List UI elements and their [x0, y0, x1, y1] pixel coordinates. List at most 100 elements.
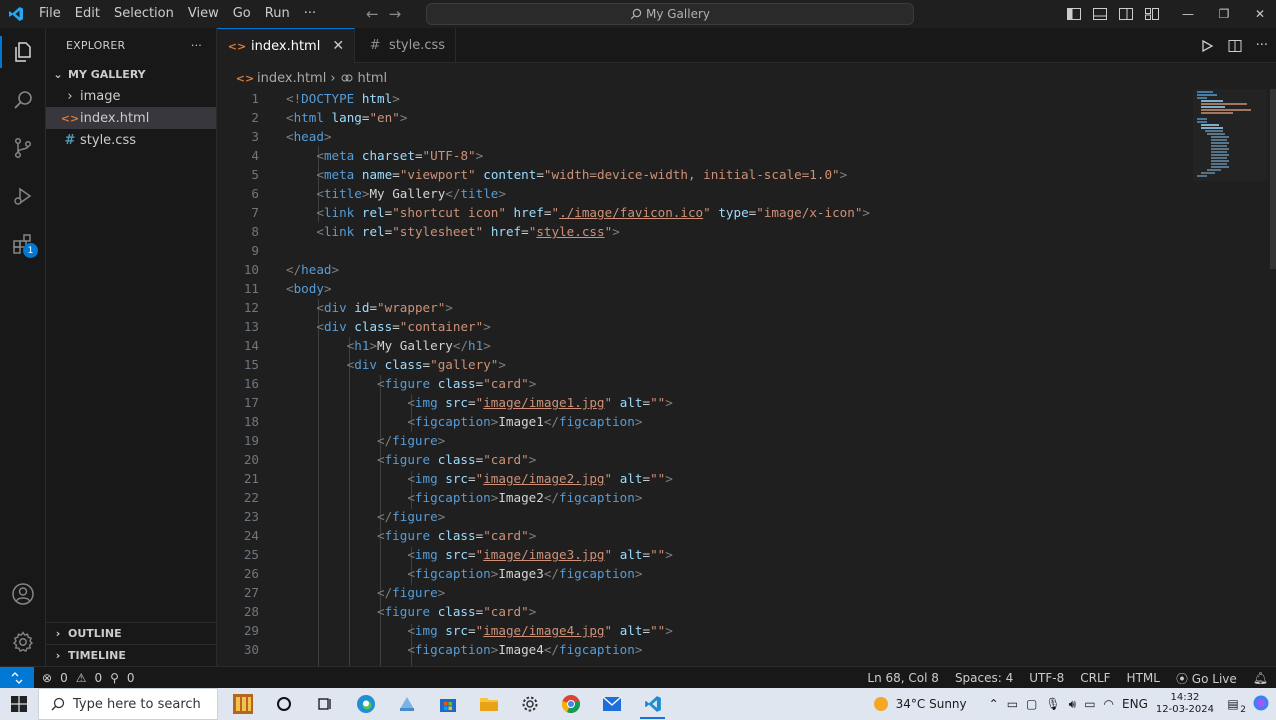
explorer-more-button[interactable]: ··· — [191, 39, 202, 52]
tree-item-image-folder[interactable]: › image — [46, 85, 216, 107]
toggle-sidebar-icon[interactable] — [1066, 6, 1082, 22]
windows-start-icon[interactable] — [0, 688, 38, 720]
menu-run[interactable]: Run — [258, 0, 297, 28]
ports-count[interactable]: 0 — [127, 671, 135, 685]
close-window-icon[interactable]: ✕ — [1242, 0, 1276, 28]
copilot-icon[interactable] — [1252, 694, 1270, 715]
mail-icon[interactable] — [591, 688, 632, 720]
battery-icon[interactable]: ▭ — [1084, 697, 1095, 711]
menu-view[interactable]: View — [181, 0, 226, 28]
chevron-up-icon[interactable]: ⌃ — [989, 697, 999, 711]
more-actions-icon[interactable]: ··· — [1256, 38, 1268, 53]
line-number: 30 — [243, 642, 259, 657]
line-number: 16 — [243, 376, 259, 391]
line-ending[interactable]: CRLF — [1080, 671, 1110, 685]
split-editor-icon[interactable] — [1228, 39, 1242, 53]
network-icon[interactable]: ▭ — [1007, 697, 1018, 711]
extensions-icon[interactable]: 1 — [0, 220, 46, 268]
cortana-icon[interactable] — [263, 688, 304, 720]
remote-indicator-icon[interactable] — [0, 666, 34, 689]
menu-selection[interactable]: Selection — [107, 0, 181, 28]
code-line: 2 <html lang="en"> — [217, 108, 1187, 127]
errors-count[interactable]: 0 — [60, 671, 68, 685]
file-explorer-icon[interactable] — [468, 688, 509, 720]
customize-layout-icon[interactable] — [1144, 6, 1160, 22]
bell-icon[interactable]: 🔔︎ — [1253, 671, 1268, 685]
volume-icon[interactable]: 🔊︎ — [1069, 697, 1077, 712]
settings-gear-icon[interactable] — [509, 688, 550, 720]
explorer-icon[interactable] — [0, 28, 46, 76]
timeline-section[interactable]: › TIMELINE — [46, 644, 216, 666]
breadcrumb: <> index.html › html — [217, 67, 387, 89]
line-number: 1 — [251, 91, 259, 106]
tree-item-index-html[interactable]: <> index.html — [46, 107, 216, 129]
cursor-position[interactable]: Ln 68, Col 8 — [867, 671, 939, 685]
title-bar: File Edit Selection View Go Run ··· ← → … — [0, 0, 1276, 28]
editor-tabs: <> index.html ✕ # style.css ··· — [217, 28, 1276, 63]
command-center[interactable]: My Gallery — [426, 3, 914, 25]
encoding[interactable]: UTF-8 — [1029, 671, 1064, 685]
nav-arrows: ← → — [366, 0, 401, 28]
notification-center-icon[interactable]: ▤ 2 — [1222, 697, 1246, 715]
tree-item-style-css[interactable]: # style.css — [46, 129, 216, 151]
photos-icon[interactable] — [386, 688, 427, 720]
run-icon[interactable] — [1200, 39, 1214, 53]
line-number: 17 — [243, 395, 259, 410]
indentation[interactable]: Spaces: 4 — [955, 671, 1013, 685]
tab-style-css[interactable]: # style.css — [355, 28, 457, 63]
code-line: 18 <figcaption>Image1</figcaption> — [217, 412, 1187, 431]
menu-file[interactable]: File — [32, 0, 68, 28]
menu-more[interactable]: ··· — [297, 0, 323, 28]
microphone-icon[interactable]: 🎙︎ — [1045, 697, 1060, 711]
edge-browser-icon[interactable] — [345, 688, 386, 720]
code-line: 17 <img src="image/image1.jpg" alt=""> — [217, 393, 1187, 412]
line-number: 9 — [251, 243, 259, 258]
chrome-icon[interactable] — [550, 688, 591, 720]
window-controls: — ❐ ✕ — [1170, 0, 1276, 28]
line-number: 28 — [243, 604, 259, 619]
code-editor[interactable]: 1 <!DOCTYPE html> 2 <html lang="en"> 3 <hea… — [217, 89, 1276, 666]
taskbar-search[interactable]: Type here to search — [38, 688, 218, 720]
folder-header-my-gallery[interactable]: ⌄ MY GALLERY — [46, 63, 216, 85]
go-live-button[interactable]: ⦿ Go Live — [1176, 670, 1237, 687]
toggle-secondary-sidebar-icon[interactable] — [1118, 6, 1134, 22]
back-arrow-icon[interactable]: ← — [366, 5, 379, 23]
settings-gear-icon[interactable] — [0, 618, 46, 666]
code-line: 13 <div class="container"> — [217, 317, 1187, 336]
language-indicator[interactable]: ENG — [1122, 697, 1148, 711]
run-debug-icon[interactable] — [0, 172, 46, 220]
tab-index-html[interactable]: <> index.html ✕ — [217, 28, 356, 63]
editor-scrollbar[interactable] — [1270, 89, 1276, 269]
minimap[interactable] — [1193, 89, 1267, 184]
language-mode[interactable]: HTML — [1127, 671, 1160, 685]
warnings-count[interactable]: 0 — [94, 671, 102, 685]
vscode-taskbar-icon[interactable] — [632, 688, 673, 720]
widget-news-icon[interactable] — [222, 688, 263, 720]
toggle-panel-icon[interactable] — [1092, 6, 1108, 22]
search-icon[interactable] — [0, 76, 46, 124]
weather-widget[interactable]: 34°C Sunny — [872, 695, 967, 713]
layout-controls — [1066, 0, 1160, 28]
code-line: 12 <div id="wrapper"> — [217, 298, 1187, 317]
clock[interactable]: 14:32 12-03-2024 — [1156, 692, 1214, 716]
breadcrumb-symbol[interactable]: html — [358, 71, 388, 86]
meet-now-icon[interactable]: ▢ — [1026, 697, 1037, 711]
outline-section[interactable]: › OUTLINE — [46, 622, 216, 644]
outline-label: OUTLINE — [68, 627, 122, 640]
weather-text: 34°C Sunny — [895, 697, 967, 711]
code-line: 14 <h1>My Gallery</h1> — [217, 336, 1187, 355]
symbol-icon — [341, 74, 353, 82]
menu-edit[interactable]: Edit — [68, 0, 107, 28]
wifi-icon[interactable]: ◠ — [1104, 697, 1114, 711]
menu-go[interactable]: Go — [226, 0, 258, 28]
account-icon[interactable] — [0, 570, 46, 618]
source-control-icon[interactable] — [0, 124, 46, 172]
line-number: 7 — [251, 205, 259, 220]
store-icon[interactable] — [427, 688, 468, 720]
task-view-icon[interactable] — [304, 688, 345, 720]
minimize-icon[interactable]: — — [1170, 0, 1206, 28]
close-icon[interactable]: ✕ — [332, 38, 344, 54]
forward-arrow-icon[interactable]: → — [389, 5, 402, 23]
restore-icon[interactable]: ❐ — [1206, 0, 1242, 28]
breadcrumb-file[interactable]: index.html — [257, 71, 326, 86]
